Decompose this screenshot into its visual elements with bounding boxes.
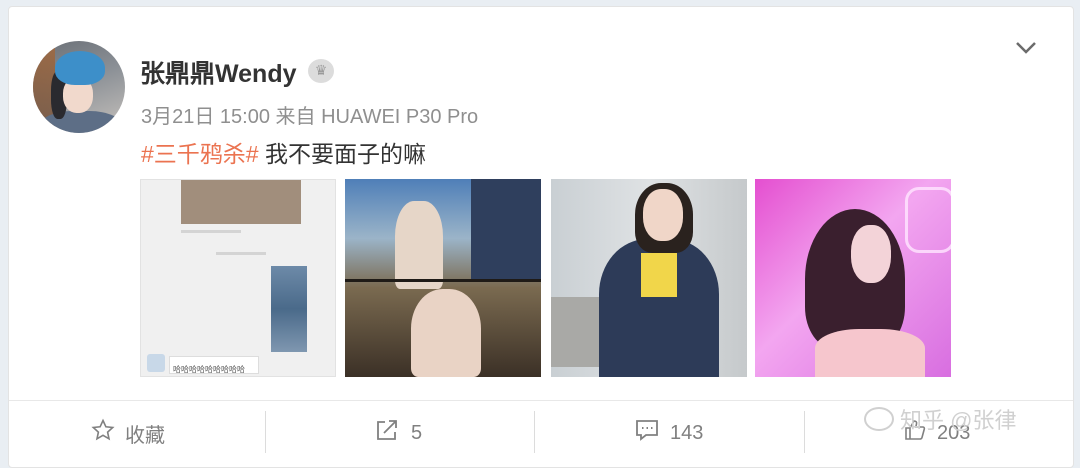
action-bar-divider [9,400,1073,401]
chat-bubble: 哈哈哈哈哈哈哈哈哈 [169,356,259,374]
star-icon [91,418,115,448]
photo-figure [395,201,443,289]
username[interactable]: 张鼎鼎Wendy [140,54,297,90]
weibo-post-card: 张鼎鼎Wendy ♛ 3月21日 15:00 来自 HUAWEI P30 Pro… [8,6,1074,468]
photo-face [851,225,891,283]
image-thumbnail-3[interactable] [551,179,747,377]
favorite-button[interactable]: 收藏 [91,415,165,451]
action-separator [804,411,805,453]
watermark: 知乎 @张律 [864,403,1016,435]
chat-line [181,230,241,233]
chevron-down-icon[interactable] [1013,35,1039,61]
photo-shirt [641,253,677,297]
image-thumbnail-4[interactable] [755,179,951,377]
favorite-label: 收藏 [125,424,165,447]
chat-image [181,180,301,224]
chat-image [271,266,307,352]
image-thumbnail-1[interactable]: 哈哈哈哈哈哈哈哈哈 [140,179,336,377]
share-icon [375,418,401,448]
comment-icon [634,418,660,448]
repost-button[interactable]: 5 [375,415,422,451]
comment-count: 143 [670,421,704,444]
vip-crown-icon[interactable]: ♛ [308,59,334,83]
post-content: #三千鸦杀# 我不要面子的嘛 [141,135,426,169]
photo-neon [905,187,951,253]
photo-divider [345,279,541,282]
hashtag-link[interactable]: #三千鸦杀# [141,141,259,167]
image-thumbnail-2[interactable] [345,179,541,377]
photo-figure [411,289,481,377]
avatar-hat [55,51,105,85]
chat-bubble-text: 哈哈哈哈哈哈哈哈哈 [173,365,245,374]
post-text: 我不要面子的嘛 [258,141,426,167]
avatar-coat [39,111,123,133]
chat-avatar [147,354,165,372]
photo-top [815,329,925,377]
post-meta: 3月21日 15:00 来自 HUAWEI P30 Pro [141,106,479,128]
repost-count: 5 [411,421,423,444]
photo-face [643,189,683,241]
wechat-logo-icon [864,407,894,431]
action-separator [265,411,266,453]
watermark-text: 知乎 @张律 [900,408,1017,433]
avatar[interactable] [33,41,125,133]
comment-button[interactable]: 143 [634,415,703,451]
photo-hair [805,209,905,349]
action-separator [534,411,535,453]
chat-line [216,252,266,255]
photo-figure [471,179,541,279]
